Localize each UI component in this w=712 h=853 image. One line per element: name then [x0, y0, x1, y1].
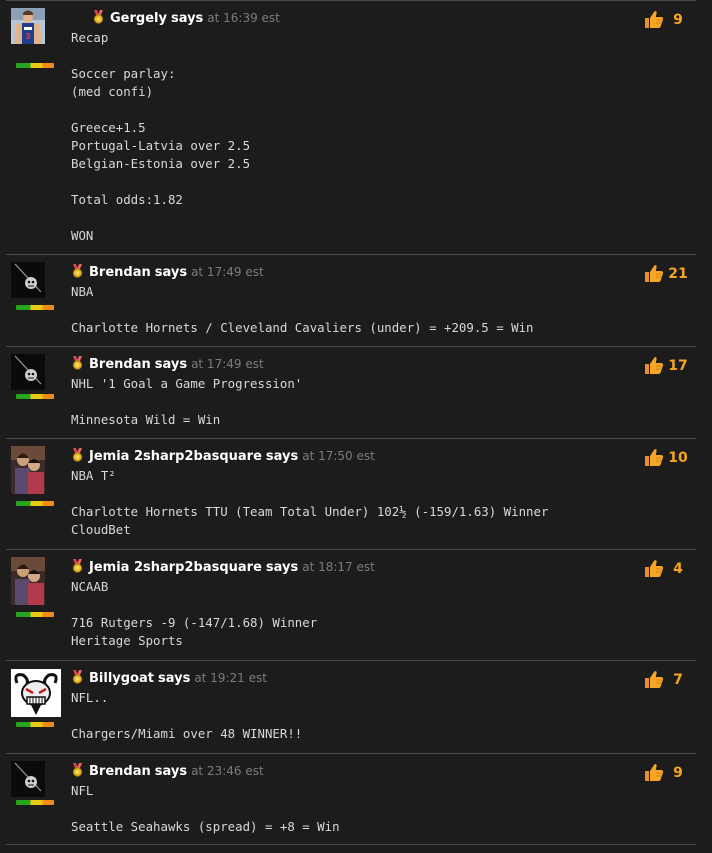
comment-header: Brendan says at 17:49 est — [71, 356, 264, 373]
dark-photo-icon — [11, 354, 45, 390]
timestamp: at 17:50 est — [302, 449, 375, 463]
comment-header: Billygoat says at 19:21 est — [71, 670, 267, 687]
rating-bar — [16, 305, 54, 310]
comment-item: Brendan says at 17:49 est NBA Charlotte Ho… — [6, 254, 696, 346]
rating-bar — [16, 800, 54, 805]
comment-body: Recap Soccer parlay: (med confi) Greece+… — [71, 30, 251, 243]
comment-list: 3 Gergely says at 16:39 est Recap Soccer p… — [0, 0, 712, 845]
says-label: says — [265, 449, 299, 464]
comment-item: Brendan says at 17:49 est NHL '1 Goal a Ga… — [6, 346, 696, 438]
timestamp: at 23:46 est — [191, 764, 264, 778]
like-button[interactable]: 9 — [644, 763, 690, 782]
avatar[interactable] — [11, 557, 45, 605]
thumbs-up-icon[interactable] — [644, 264, 664, 283]
medal-badge-icon — [71, 264, 84, 278]
says-label: says — [154, 265, 188, 280]
dark-photo-icon — [11, 761, 45, 797]
says-label: says — [154, 764, 188, 779]
medal-badge-icon — [92, 10, 105, 24]
comment-header: Gergely says at 16:39 est — [92, 10, 280, 27]
avatar[interactable] — [11, 761, 45, 797]
thumbs-up-icon[interactable] — [644, 670, 664, 689]
thumbs-up-icon[interactable] — [644, 448, 664, 467]
timestamp: at 16:39 est — [207, 11, 280, 25]
like-count: 10 — [668, 449, 688, 466]
medal-badge-icon — [71, 448, 84, 462]
like-button[interactable]: 17 — [644, 356, 690, 375]
svg-text:3: 3 — [25, 32, 31, 41]
author-name[interactable]: Brendan — [89, 764, 151, 779]
author-name[interactable]: Jemia 2sharp2basquare — [89, 449, 262, 464]
timestamp: at 17:49 est — [191, 357, 264, 371]
like-count: 7 — [673, 671, 683, 688]
author-name[interactable]: Gergely — [110, 11, 167, 26]
comment-body: NBA T² Charlotte Hornets TTU (Team Total… — [71, 468, 549, 537]
rating-bar — [16, 63, 54, 68]
comment-item: 3 Gergely says at 16:39 est Recap Soccer p… — [6, 0, 696, 254]
like-count: 17 — [668, 357, 688, 374]
rating-bar — [16, 394, 54, 399]
author-name[interactable]: Jemia 2sharp2basquare — [89, 560, 262, 575]
comment-body: NFL Seattle Seahawks (spread) = +8 = Win — [71, 783, 340, 834]
author-name[interactable]: Brendan — [89, 265, 151, 280]
rating-bar — [16, 722, 54, 727]
timestamp: at 19:21 est — [194, 671, 267, 685]
thumbs-up-icon[interactable] — [644, 356, 664, 375]
avatar[interactable] — [11, 446, 45, 494]
like-count: 9 — [673, 11, 683, 28]
author-name[interactable]: Brendan — [89, 357, 151, 372]
comment-item: Jemia 2sharp2basquare says at 18:17 est NC… — [6, 549, 696, 660]
medal-badge-icon — [71, 763, 84, 777]
comment-item: Billygoat says at 19:21 est NFL.. Chargers… — [6, 660, 696, 753]
like-count: 21 — [668, 265, 688, 282]
like-count: 4 — [673, 560, 683, 577]
comment-item: Jemia 2sharp2basquare says at 17:50 est NB… — [6, 438, 696, 549]
timestamp: at 17:49 est — [191, 265, 264, 279]
medal-badge-icon — [71, 356, 84, 370]
comment-header: Brendan says at 23:46 est — [71, 763, 264, 780]
comment-body: NCAAB 716 Rutgers -9 (-147/1.68) Winner … — [71, 579, 318, 648]
says-label: says — [157, 671, 191, 686]
rating-bar — [16, 501, 54, 506]
thumbs-up-icon[interactable] — [644, 10, 664, 29]
says-label: says — [170, 11, 204, 26]
goat-cartoon-icon — [11, 669, 61, 717]
like-button[interactable]: 21 — [644, 264, 690, 283]
player-photo-icon: 3 — [11, 8, 45, 44]
like-button[interactable]: 9 — [644, 10, 690, 29]
rating-bar — [16, 612, 54, 617]
avatar[interactable]: 3 — [11, 8, 45, 44]
thumbs-up-icon[interactable] — [644, 763, 664, 782]
thumbs-up-icon[interactable] — [644, 559, 664, 578]
comment-item: Brendan says at 23:46 est NFL Seattle Seah… — [6, 753, 696, 845]
avatar[interactable] — [11, 354, 45, 390]
comment-body: NHL '1 Goal a Game Progression' Minnesot… — [71, 376, 303, 427]
like-button[interactable]: 7 — [644, 670, 690, 689]
timestamp: at 18:17 est — [302, 560, 375, 574]
says-label: says — [265, 560, 299, 575]
comment-header: Jemia 2sharp2basquare says at 18:17 est — [71, 559, 375, 576]
dark-photo-icon — [11, 262, 45, 298]
author-name[interactable]: Billygoat — [89, 671, 154, 686]
avatar[interactable] — [11, 669, 61, 717]
like-button[interactable]: 10 — [644, 448, 690, 467]
medal-badge-icon — [71, 670, 84, 684]
comment-body: NFL.. Chargers/Miami over 48 WINNER!! — [71, 690, 303, 741]
comment-header: Brendan says at 17:49 est — [71, 264, 264, 281]
couple-photo-icon — [11, 557, 45, 605]
says-label: says — [154, 357, 188, 372]
comment-header: Jemia 2sharp2basquare says at 17:50 est — [71, 448, 375, 465]
like-count: 9 — [673, 764, 683, 781]
like-button[interactable]: 4 — [644, 559, 690, 578]
medal-badge-icon — [71, 559, 84, 573]
comment-body: NBA Charlotte Hornets / Cleveland Cavali… — [71, 284, 534, 335]
avatar[interactable] — [11, 262, 45, 298]
couple-photo-icon — [11, 446, 45, 494]
